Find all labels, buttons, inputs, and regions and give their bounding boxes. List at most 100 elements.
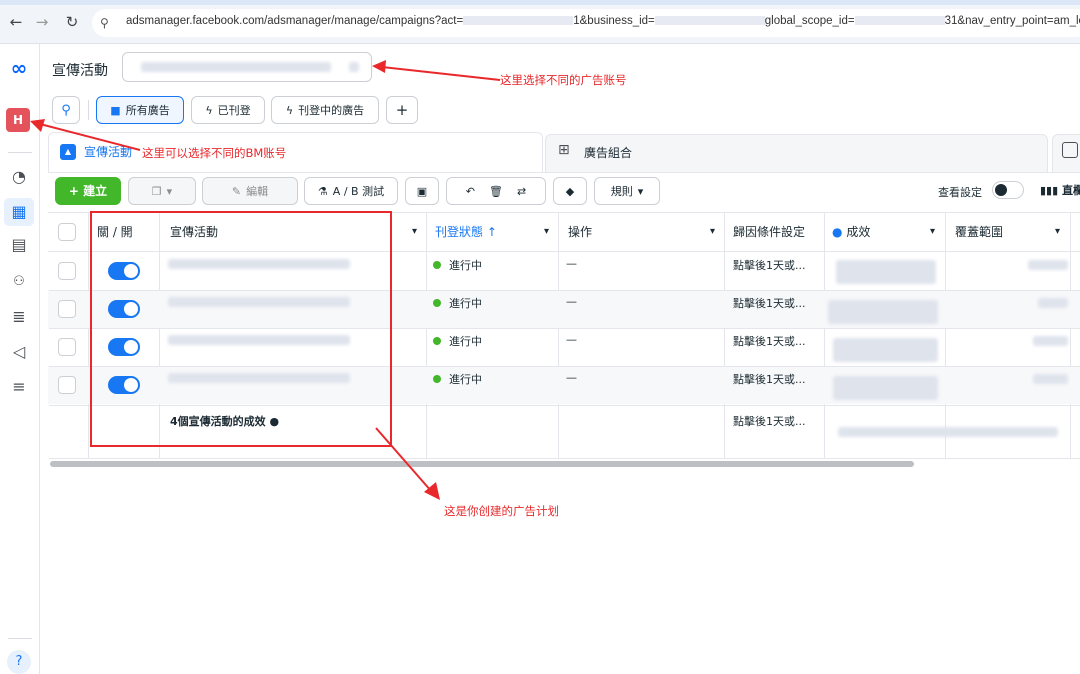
reload-icon[interactable]: ↻ (62, 12, 82, 32)
flask-icon: ⚗ (317, 184, 328, 198)
horizontal-scrollbar[interactable] (50, 461, 914, 467)
columns-icon: ▮▮▮ (1040, 184, 1062, 197)
status-dot (433, 375, 441, 383)
filter-publishing-label: 刊登中的廣告 (298, 104, 365, 117)
account-id-redacted (349, 62, 359, 72)
col-caret-icon[interactable]: ▾ (1055, 212, 1060, 252)
col-header-reach[interactable]: 覆蓋範圍 (955, 212, 1003, 252)
ab-test-label: A / B 測試 (332, 185, 385, 198)
view-settings-toggle[interactable] (992, 181, 1024, 199)
row-divider (49, 458, 1080, 459)
meta-logo-icon[interactable]: ∞ (6, 58, 32, 78)
site-info-icon[interactable]: ⚲ (100, 16, 109, 30)
menu-icon[interactable]: ≡ (5, 375, 33, 399)
tag-icon: ◆ (565, 184, 575, 198)
action-cell: — (566, 295, 577, 308)
toggle-knob (995, 184, 1007, 196)
attribution-cell: 點擊後1天或... (733, 373, 806, 386)
reach-redacted (1038, 298, 1068, 308)
back-icon[interactable]: ← (6, 12, 26, 32)
dashboard-gauge-icon[interactable]: ◔ (5, 165, 33, 189)
ad-icon (1062, 142, 1078, 158)
status-dot (433, 337, 441, 345)
edit-button[interactable]: ✎ 編輯 (202, 177, 298, 205)
summary-results-redacted (838, 427, 1058, 437)
annotation-arrow-bm (30, 119, 141, 151)
ads-manager-table-icon[interactable]: ▦ (5, 200, 33, 224)
action-cell: — (566, 257, 577, 270)
row-checkbox[interactable] (58, 300, 76, 318)
status-label: 進行中 (449, 335, 482, 348)
clipboard-button[interactable]: ▣ (405, 177, 439, 205)
annotation-account: 这里选择不同的广告账号 (500, 73, 627, 87)
rules-label: 規則 (610, 185, 633, 198)
duplicate-button[interactable]: ❐ ▾ (128, 177, 196, 205)
create-button[interactable]: + 建立 (55, 177, 121, 205)
row-checkbox[interactable] (58, 376, 76, 394)
tab-adsets-label: 廣告組合 (584, 146, 633, 160)
filter-all-ads-label: 所有廣告 (125, 104, 170, 117)
rules-button[interactable]: 規則 ▾ (594, 177, 660, 205)
rail-divider-bottom (8, 638, 32, 639)
annotation-arrow-campaign (375, 427, 440, 500)
row-checkbox[interactable] (58, 338, 76, 356)
help-icon[interactable]: ? (7, 650, 31, 674)
duplicate-icon: ❐ (151, 184, 162, 198)
attribution-cell: 點擊後1天或... (733, 259, 806, 272)
col-sort-caret-icon[interactable]: ▾ (412, 212, 417, 252)
action-cell: — (566, 333, 577, 346)
col-header-attribution[interactable]: 歸因條件設定 (733, 212, 805, 252)
annotation-campaign: 这是你创建的广告计划 (444, 504, 559, 518)
ab-test-button[interactable]: ⚗ A / B 測試 (304, 177, 398, 205)
row-checkbox[interactable] (58, 262, 76, 280)
ad-account-selector[interactable] (122, 52, 372, 82)
status-label: 進行中 (449, 373, 482, 386)
undo-delete-group: ↶ 🗑 ⇄ (446, 177, 546, 205)
col-header-status[interactable]: 刊登狀態 ↑ (435, 212, 497, 252)
reach-redacted (1028, 260, 1068, 270)
trash-icon[interactable]: 🗑 (489, 185, 503, 198)
results-redacted (836, 260, 936, 284)
view-settings-label: 查看設定 (938, 186, 982, 199)
pencil-icon: ✎ (231, 184, 242, 198)
lightning-icon: ϟ (285, 103, 294, 117)
status-dot (433, 299, 441, 307)
filter-published[interactable]: ϟ 已刊登 (191, 96, 265, 124)
status-dot (433, 261, 441, 269)
annotation-highlight-box (90, 211, 392, 447)
col-caret-icon[interactable]: ▾ (930, 212, 935, 252)
search-icon: ⚲ (61, 102, 71, 118)
audiences-icon[interactable]: ⚇ (5, 270, 33, 294)
filter-divider (88, 100, 89, 120)
megaphone-icon[interactable]: ◁ (5, 340, 33, 364)
clipboard-icon: ▣ (416, 184, 428, 198)
results-redacted (833, 338, 938, 362)
attribution-cell: 點擊後1天或... (733, 335, 806, 348)
business-account-avatar[interactable]: H (6, 108, 30, 132)
col-caret-icon[interactable]: ▾ (710, 212, 715, 252)
undo-icon[interactable]: ↶ (466, 185, 475, 198)
database-icon[interactable]: ≣ (5, 305, 33, 329)
info-icon: ● (832, 225, 843, 239)
account-name-redacted (141, 62, 331, 72)
filter-published-label: 已刊登 (217, 104, 251, 117)
folder-icon: ■ (110, 103, 121, 117)
col-caret-icon[interactable]: ▾ (544, 212, 549, 252)
tag-button[interactable]: ◆ (553, 177, 587, 205)
attribution-cell: 點擊後1天或... (733, 297, 806, 310)
page-title: 宣傳活動 (52, 63, 108, 79)
columns-label: 直欄 (1062, 184, 1080, 197)
pages-icon[interactable]: ▤ (5, 233, 33, 257)
filter-publishing[interactable]: ϟ 刊登中的廣告 (271, 96, 379, 124)
results-redacted (833, 376, 938, 400)
forward-icon[interactable]: → (32, 12, 52, 32)
add-filter-button[interactable]: + (386, 96, 418, 124)
url-text: adsmanager.facebook.com/adsmanager/manag… (126, 15, 1080, 27)
select-all-checkbox[interactable] (58, 223, 76, 241)
col-header-results[interactable]: ● 成效 (832, 212, 870, 252)
columns-button[interactable]: ▮▮▮ 直欄 (1040, 182, 1080, 198)
dropdown-caret-icon: ▾ (166, 184, 173, 198)
export-icon[interactable]: ⇄ (517, 185, 526, 198)
col-header-action[interactable]: 操作 (568, 212, 592, 252)
lightning-icon: ϟ (205, 103, 213, 117)
